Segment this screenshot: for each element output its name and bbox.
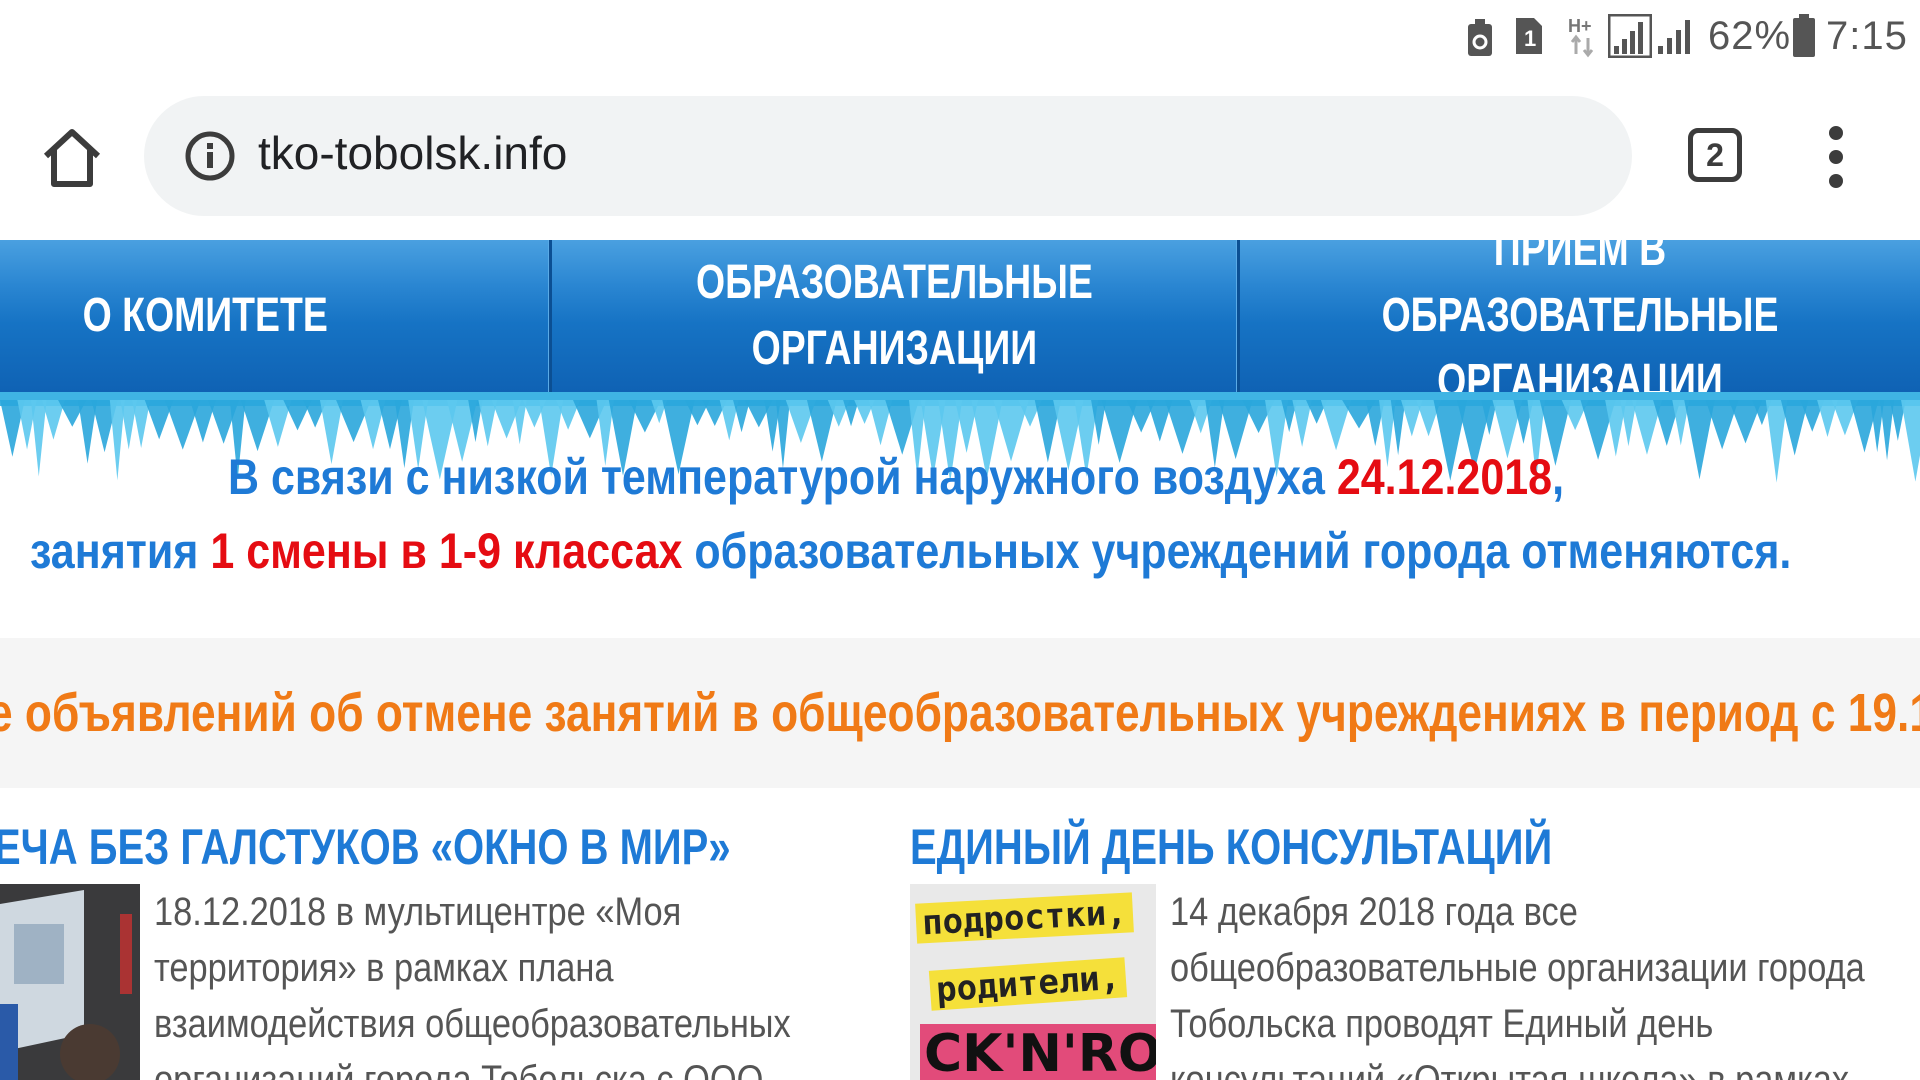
url-text[interactable]: tko-tobolsk.info [258,126,567,180]
nav-item-label-line1: ПРИЕМ В ОБРАЗОВАТЕЛЬНЫЕ [1381,223,1779,342]
news-excerpt-line: территория» в рамках плана [154,946,614,990]
news-excerpt-line: организаций города Тобольска с ООО [154,1058,764,1080]
presentation-photo [0,884,140,1080]
news-excerpt-line: взаимодействия общеобразовательных [154,1002,791,1046]
nav-item-educational-organizations[interactable]: ОБРАЗОВАТЕЛЬНЫЕ ОРГАНИЗАЦИИ [552,240,1236,392]
news-excerpt-line: Тобольска проводят Единый день [1170,1002,1714,1046]
news-excerpt-line: 18.12.2018 в мультицентре «Моя [154,890,682,934]
alert-date: 24.12.2018 [1336,449,1553,505]
svg-text:H+: H+ [1568,16,1592,36]
nav-item-admission[interactable]: ПРИЕМ В ОБРАЗОВАТЕЛЬНЫЕ ОРГАНИЗАЦИИ [1240,223,1920,408]
clock: 7:15 [1826,14,1908,58]
news-thumbnail[interactable]: подростки, родители, CK'N'RO [910,884,1156,1080]
alert-highlight: 1 смены в 1-9 классах [210,523,683,579]
signal-sim1-icon [1608,14,1652,58]
news-excerpt-line: консультаций «Открытая школа» в рамках [1170,1058,1850,1080]
alert-text: В связи с низкой температурой наружного … [228,449,1325,505]
alert-text: занятия [30,523,199,579]
battery-icon [1793,14,1815,57]
signal-sim2-icon [1658,20,1690,54]
announcement-ticker[interactable]: е объявлений об отмене занятий в общеобр… [0,638,1920,788]
news-title[interactable]: ЕДИНЫЙ ДЕНЬ КОНСУЛЬТАЦИЙ [910,818,1552,876]
svg-text:1: 1 [1524,26,1536,51]
news-title[interactable]: ЕЧА БЕЗ ГАЛСТУКОВ «ОКНО В МИР» [0,818,731,876]
alert-text: образовательных учреждений города отменя… [694,523,1792,579]
news-excerpt: 18.12.2018 в мультицентре «Моя территори… [154,884,791,1080]
news-excerpt: 14 декабря 2018 года все общеобразовател… [1170,884,1865,1080]
news-excerpt-line: общеобразовательные организации города [1170,946,1865,990]
tab-switcher-button[interactable]: 2 [1688,128,1742,182]
recycle-app-icon [1468,19,1492,56]
h-plus-data-icon: H+ [1568,16,1594,58]
thumb-word: подростки, [915,892,1134,944]
nav-item-label-line1: ОБРАЗОВАТЕЛЬНЫЕ [695,256,1093,309]
home-icon[interactable] [40,126,104,190]
weather-alert: В связи с низкой температурой наружного … [0,440,1920,640]
status-bar: 1 H+ 62% 7:15 [0,0,1920,78]
alert-comma: , [1552,449,1565,505]
overflow-menu-icon[interactable] [1822,126,1850,188]
battery-percent: 62% [1708,14,1792,58]
alert-line-2: занятия 1 смены в 1-9 классах образовате… [30,522,1791,580]
address-bar[interactable]: tko-tobolsk.info [144,96,1632,216]
sim1-icon: 1 [1516,18,1542,54]
info-icon[interactable] [184,130,236,182]
site-navigation: О КОМИТЕТЕ ОБРАЗОВАТЕЛЬНЫЕ ОРГАНИЗАЦИИ ПР… [0,223,1920,408]
ticker-text[interactable]: е объявлений об отмене занятий в общеобр… [0,682,1920,744]
nav-item-label-line2: ОРГАНИЗАЦИИ [751,322,1037,375]
nav-item-about[interactable]: О КОМИТЕТЕ [0,240,410,392]
nav-item-label: О КОМИТЕТЕ [82,289,328,342]
thumb-word: CK'N'RO [920,1024,1156,1080]
browser-toolbar: tko-tobolsk.info 2 [0,78,1920,240]
news-thumbnail[interactable] [0,884,140,1080]
news-excerpt-line: 14 декабря 2018 года все [1170,890,1578,934]
thumb-word: родители, [928,957,1128,1011]
alert-line-1: В связи с низкой температурой наружного … [228,448,1564,506]
